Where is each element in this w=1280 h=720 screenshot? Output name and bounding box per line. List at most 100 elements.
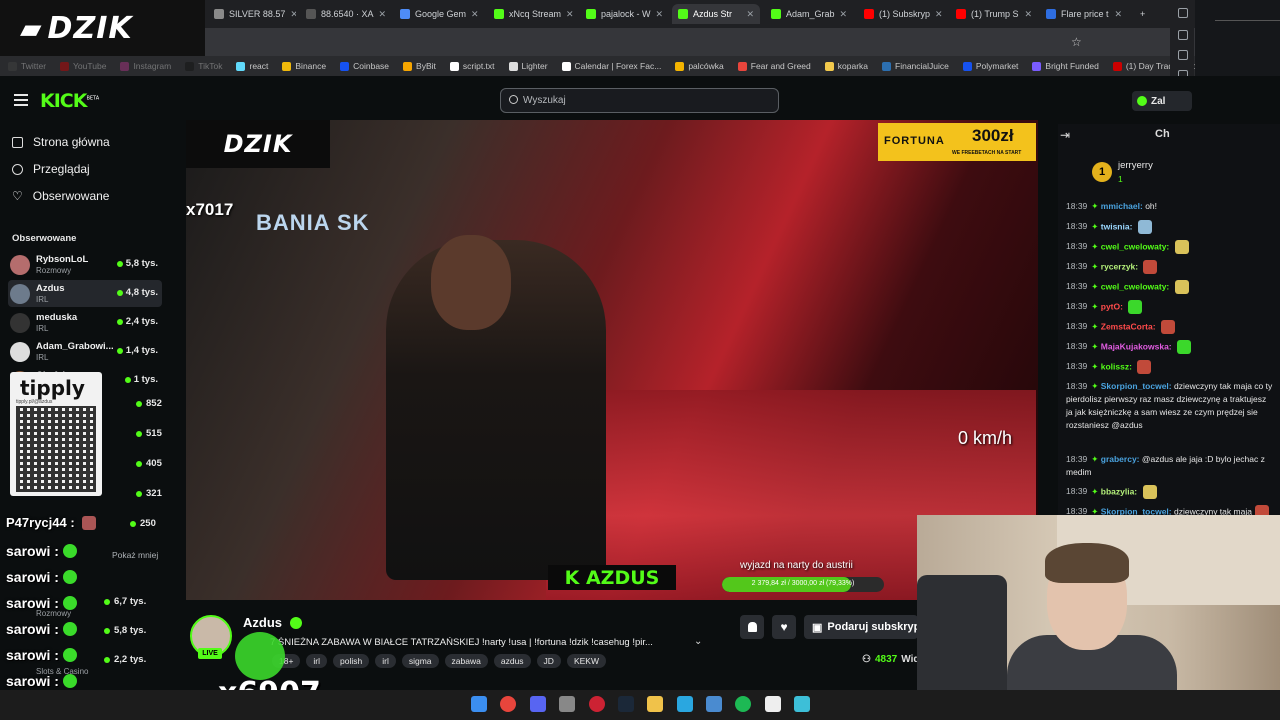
bookmark-item[interactable]: Lighter — [508, 61, 548, 71]
login-button[interactable]: Zal — [1132, 91, 1192, 111]
bookmark-item[interactable]: Calendar | Forex Fac... — [561, 61, 661, 71]
followed-channel[interactable]: meduska IRL 2,4 tys. — [8, 309, 162, 336]
bookmark-item[interactable]: Coinbase — [340, 61, 389, 71]
chat-username[interactable]: twisnia: — [1101, 221, 1133, 231]
close-tab-icon[interactable]: ✕ — [1024, 9, 1032, 20]
bookmark-item[interactable]: Bright Funded — [1032, 61, 1099, 71]
close-tab-icon[interactable]: ✕ — [471, 9, 479, 20]
stream-tag[interactable]: sigma — [401, 654, 439, 668]
app-icon[interactable] — [559, 696, 575, 712]
bookmark-item[interactable]: script.txt — [449, 61, 495, 71]
bookmark-item[interactable]: Fear and Greed — [737, 61, 811, 71]
bookmark-star-icon[interactable]: ☆ — [1071, 35, 1082, 49]
hamburger-menu-icon[interactable] — [14, 94, 28, 106]
stream-tag[interactable]: azdus — [493, 654, 531, 668]
collapse-chat-icon[interactable]: ⇥ — [1060, 128, 1070, 142]
channel-name: meduska — [36, 312, 78, 323]
notification-bell-button[interactable] — [740, 615, 764, 639]
close-tab-icon[interactable]: ✕ — [840, 9, 848, 20]
bookmark-item[interactable]: YouTube — [60, 61, 106, 71]
followed-channel[interactable]: Azdus IRL 4,8 tys. — [8, 280, 162, 307]
ccleaner-icon[interactable] — [677, 696, 693, 712]
bookmark-item[interactable]: TikTok — [185, 61, 222, 71]
browser-tab[interactable]: xNcq Stream ✕ — [488, 4, 576, 24]
address-bar[interactable]: ☆ — [205, 28, 1280, 56]
browser-tab[interactable]: (1) Trump S ✕ — [950, 4, 1038, 24]
stream-tag[interactable]: irl — [306, 654, 328, 668]
chat-username[interactable]: rycerzyk: — [1101, 261, 1138, 271]
chat-message: 18:39 ✦ kolissz: — [1066, 360, 1274, 374]
bookmark-item[interactable]: Polymarket — [962, 61, 1018, 71]
chat-top-gifter[interactable]: 1 jerryerry 1 — [1090, 158, 1240, 192]
chat-username[interactable]: grabercy: — [1101, 454, 1140, 464]
bookmark-item[interactable]: Binance — [282, 61, 326, 71]
chat-username[interactable]: kolissz: — [1101, 361, 1132, 371]
bookmark-item[interactable]: palcówka — [675, 61, 724, 71]
chat-username[interactable]: ZemstaCorta: — [1101, 321, 1156, 331]
followed-channel[interactable]: Adam_Grabowi... IRL 1,4 tys. — [8, 338, 162, 365]
close-tab-icon[interactable]: ✕ — [566, 9, 574, 20]
browser-tab[interactable]: Adam_Grab ✕ — [765, 4, 853, 24]
close-tab-icon[interactable]: ✕ — [290, 9, 296, 20]
steam-icon[interactable] — [618, 696, 634, 712]
chat-username[interactable]: mmichael: — [1101, 201, 1143, 211]
browser-tab[interactable]: pajalock - W ✕ — [580, 4, 668, 24]
nav-browse[interactable]: Przeglądaj — [12, 162, 90, 176]
crosshair-icon[interactable] — [1178, 30, 1188, 40]
browser-tab[interactable]: Azdus Str ✕ — [672, 4, 760, 24]
windows-start-icon[interactable] — [471, 696, 487, 712]
close-tab-icon[interactable]: ✕ — [1114, 9, 1122, 20]
close-tab-icon[interactable]: ✕ — [379, 9, 387, 20]
bookmark-item[interactable]: Twitter — [8, 61, 46, 71]
gift-subscription-button[interactable]: ▣ Podaruj subskryp — [804, 615, 918, 639]
browser-tab[interactable]: SILVER 88.57 ✕ — [208, 4, 296, 24]
nav-following[interactable]: ♡ Obserwowane — [12, 189, 109, 203]
chat-username[interactable]: Skorpion_tocwel: — [1101, 381, 1172, 391]
chat-username[interactable]: cwel_cwelowaty: — [1101, 281, 1170, 291]
new-tab-button[interactable]: + — [1134, 4, 1151, 24]
bookmark-item[interactable]: FinancialJuice — [882, 61, 949, 71]
search-input[interactable]: Wyszukaj — [500, 88, 779, 113]
followed-channel[interactable]: RybsonLoL Rozmowy 5,8 tys. — [8, 251, 162, 278]
chat-username[interactable]: MajaKujakowska: — [1101, 341, 1172, 351]
bookmark-item[interactable]: ByBit — [403, 61, 436, 71]
network-icon[interactable] — [706, 696, 722, 712]
browser-tab[interactable]: Flare price t ✕ — [1040, 4, 1128, 24]
chat-username[interactable]: cwel_cwelowaty: — [1101, 241, 1170, 251]
chat-username[interactable]: pytO: — [1101, 301, 1123, 311]
video-player[interactable]: BANIA SK — [186, 120, 1038, 600]
chevron-down-icon[interactable]: ⌄ — [694, 636, 702, 647]
bookmark-item[interactable]: react — [236, 61, 268, 71]
stream-tag[interactable]: irl — [375, 654, 396, 668]
show-less-button[interactable]: Pokaż mniej — [112, 550, 158, 560]
kick-logo[interactable]: KICKBETA — [40, 90, 99, 112]
close-tab-icon[interactable]: ✕ — [935, 9, 943, 20]
text-tool-icon[interactable] — [1178, 8, 1188, 18]
chrome-icon[interactable] — [500, 696, 516, 712]
bookmark-item[interactable]: koparka — [824, 61, 868, 71]
obs-icon[interactable] — [589, 696, 605, 712]
close-tab-icon[interactable]: ✕ — [746, 9, 754, 20]
menu-icon[interactable] — [1178, 50, 1188, 60]
media-icon[interactable] — [765, 696, 781, 712]
spotify-icon[interactable] — [735, 696, 751, 712]
chat-message: 18:39 ✦ cwel_cwelowaty: — [1066, 240, 1274, 254]
stream-tag[interactable]: polish — [333, 654, 370, 668]
folder-icon[interactable] — [647, 696, 663, 712]
stream-tag[interactable]: zabawa — [444, 654, 488, 668]
nav-following-label: Obserwowane — [32, 189, 110, 203]
discord-icon[interactable] — [530, 696, 546, 712]
stream-tag[interactable]: JD — [536, 654, 561, 668]
browser-tab[interactable]: (1) Subskryp ✕ — [858, 4, 946, 24]
nav-home[interactable]: Strona główna — [12, 135, 110, 149]
notes-icon[interactable] — [794, 696, 810, 712]
overlay-chat-line: sarowi : — [6, 673, 77, 689]
close-tab-icon[interactable]: ✕ — [656, 9, 664, 20]
follow-heart-button[interactable]: ♥ — [772, 615, 796, 639]
chat-username[interactable]: bbazylia: — [1101, 486, 1137, 496]
browser-tab[interactable]: 88.6540 · XA ✕ — [300, 4, 388, 24]
streamer-name[interactable]: Azdus — [243, 615, 282, 630]
bookmark-item[interactable]: Instagram — [120, 61, 171, 71]
stream-tag[interactable]: KEKW — [566, 654, 606, 668]
browser-tab[interactable]: Google Gem ✕ — [394, 4, 482, 24]
